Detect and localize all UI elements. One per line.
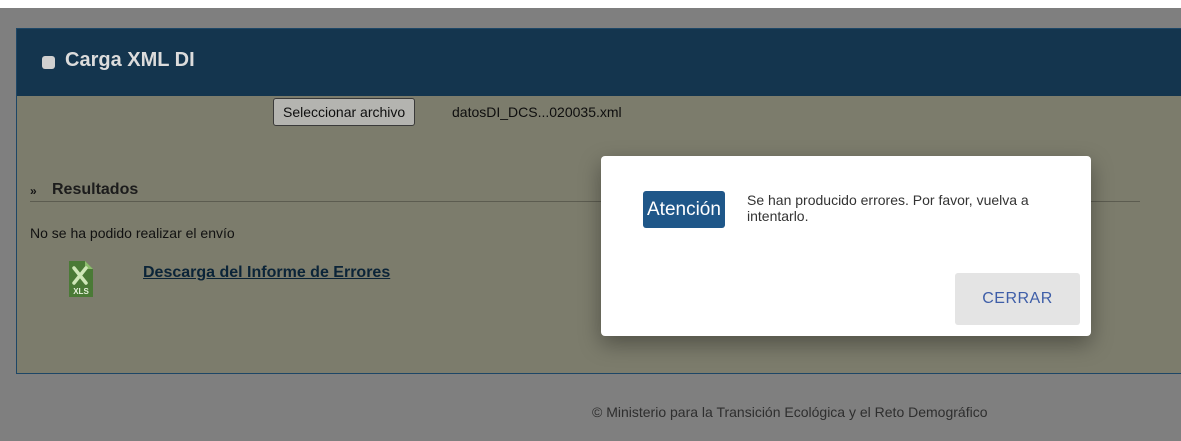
attention-badge: Atención	[643, 191, 725, 228]
panel-header: Carga XML DI	[17, 29, 1181, 96]
panel-title: Carga XML DI	[65, 49, 195, 71]
square-bullet-icon	[42, 56, 55, 69]
footer-copyright: © Ministerio para la Transición Ecológic…	[592, 404, 988, 420]
close-button[interactable]: CERRAR	[955, 273, 1080, 325]
download-error-report-link[interactable]: Descarga del Informe de Errores	[143, 264, 390, 282]
status-message: No se ha podido realizar el envío	[30, 225, 235, 241]
results-heading: Resultados	[52, 181, 139, 198]
xls-icon-label: XLS	[73, 287, 89, 296]
error-dialog: Atención Se han producido errores. Por f…	[601, 156, 1091, 336]
dialog-message: Se han producido errores. Por favor, vue…	[747, 192, 1029, 224]
selected-file-name: datosDI_DCS...020035.xml	[452, 104, 622, 120]
top-strip	[0, 0, 1181, 8]
select-file-button[interactable]: Seleccionar archivo	[273, 98, 416, 126]
excel-file-icon[interactable]: XLS	[64, 258, 96, 300]
results-arrow-icon: »	[30, 184, 37, 198]
